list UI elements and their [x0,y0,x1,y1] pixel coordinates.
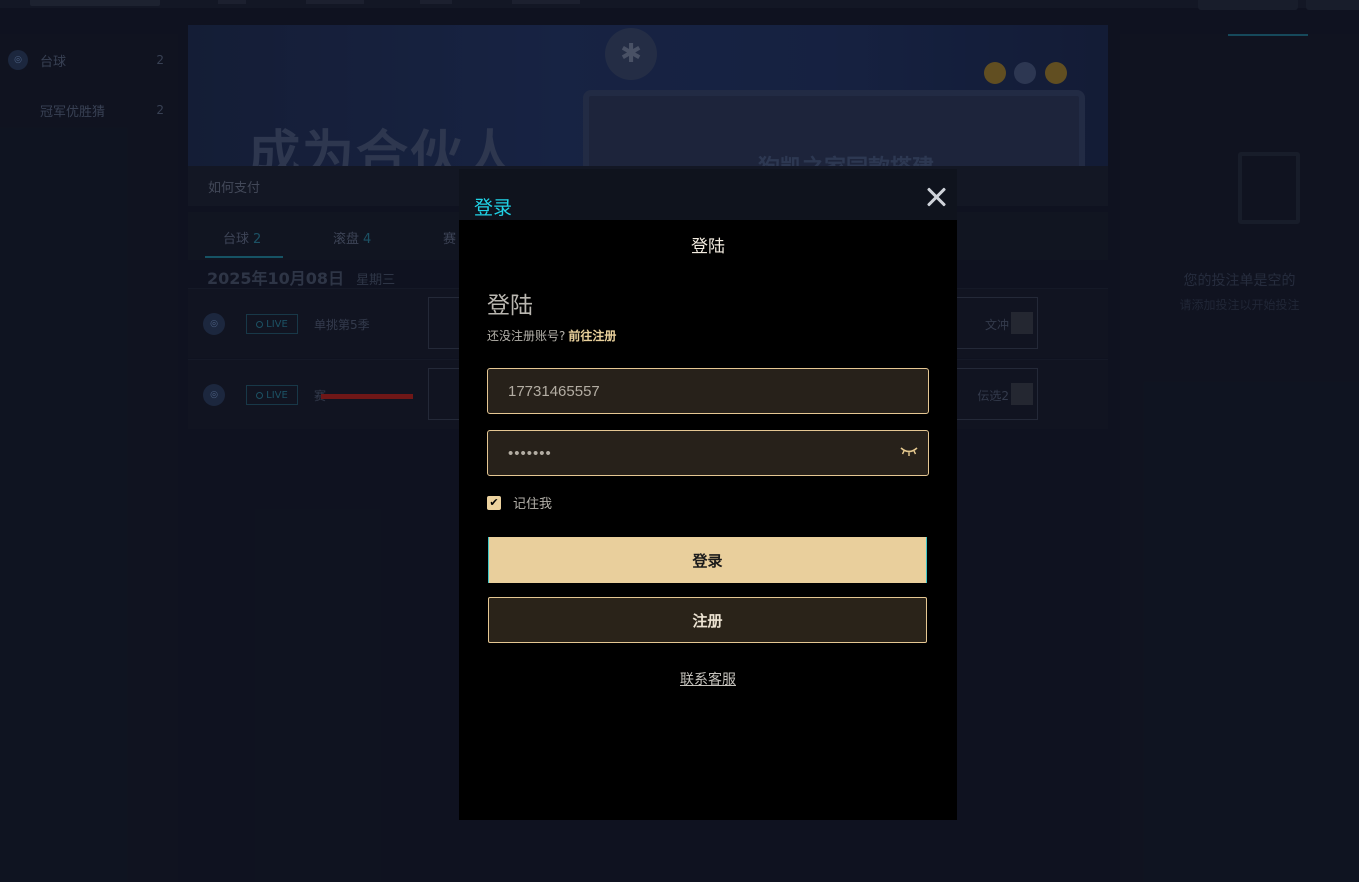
login-center-title: 登陆 [691,237,725,257]
modal-header: 登录 [459,169,957,220]
phone-input[interactable]: 17731465557 [487,368,929,414]
register-button[interactable]: 注册 [488,597,927,643]
remember-me-label: 记住我 [513,497,553,512]
eye-closed-icon[interactable] [900,445,918,457]
checkbox-checked-icon[interactable]: ✔ [487,495,501,510]
no-account-text: 还没注册账号? [487,329,566,343]
go-register-link[interactable]: 前往注册 [568,329,616,343]
register-prompt: 还没注册账号? 前往注册 [487,327,616,344]
remember-me-checkbox[interactable]: ✔ 记住我 [487,493,552,512]
phone-value: 17731465557 [508,382,600,400]
contact-support-link[interactable]: 联系客服 [459,669,957,689]
login-modal: 登录 登陆 登陆 还没注册账号? 前往注册 17731465557 •••••••… [459,169,957,820]
login-button[interactable]: 登录 [488,537,927,583]
modal-title: 登录 [474,197,513,219]
form-heading: 登陆 [487,293,533,319]
password-input[interactable]: ••••••• [487,430,929,476]
password-value: ••••••• [508,444,552,462]
close-icon[interactable] [923,184,949,210]
